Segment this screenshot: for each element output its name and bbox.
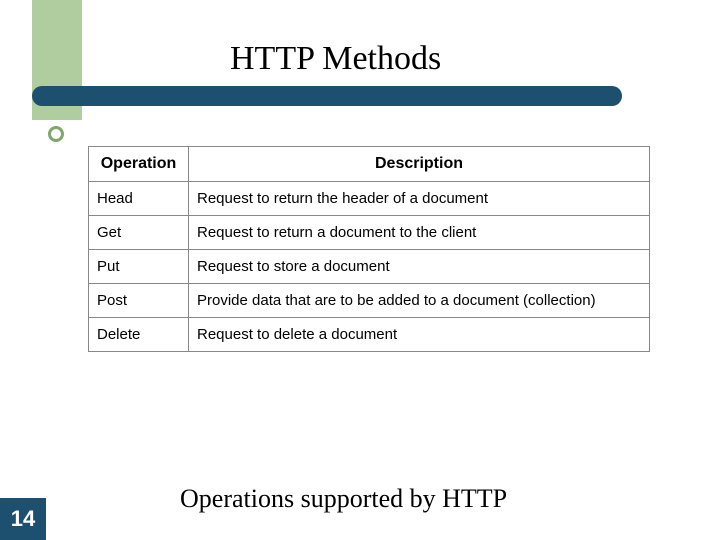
title-underline-bar — [32, 86, 622, 106]
table-row: Delete Request to delete a document — [89, 318, 650, 352]
table-row: Head Request to return the header of a d… — [89, 182, 650, 216]
cell-operation: Head — [89, 182, 189, 216]
table-row: Get Request to return a document to the … — [89, 216, 650, 250]
http-methods-table-container: Operation Description Head Request to re… — [88, 146, 650, 352]
col-header-operation: Operation — [89, 147, 189, 182]
page-number: 14 — [0, 498, 46, 540]
http-methods-table: Operation Description Head Request to re… — [88, 146, 650, 352]
table-row: Post Provide data that are to be added t… — [89, 284, 650, 318]
cell-description: Request to store a document — [189, 250, 650, 284]
cell-description: Request to return a document to the clie… — [189, 216, 650, 250]
cell-description: Request to return the header of a docume… — [189, 182, 650, 216]
bullet-icon — [48, 126, 64, 142]
slide-title: HTTP Methods — [230, 40, 441, 78]
cell-operation: Post — [89, 284, 189, 318]
cell-operation: Put — [89, 250, 189, 284]
cell-operation: Get — [89, 216, 189, 250]
cell-description: Request to delete a document — [189, 318, 650, 352]
cell-description: Provide data that are to be added to a d… — [189, 284, 650, 318]
cell-operation: Delete — [89, 318, 189, 352]
col-header-description: Description — [189, 147, 650, 182]
table-header-row: Operation Description — [89, 147, 650, 182]
table-row: Put Request to store a document — [89, 250, 650, 284]
slide-caption: Operations supported by HTTP — [180, 484, 507, 514]
